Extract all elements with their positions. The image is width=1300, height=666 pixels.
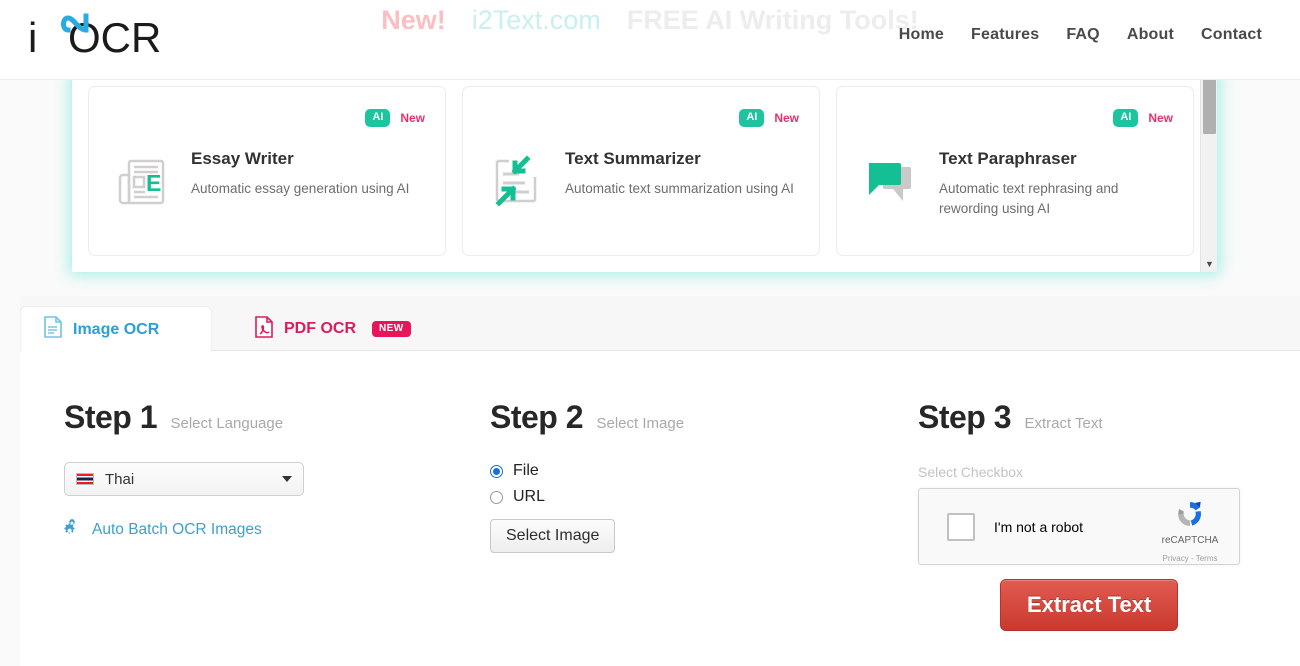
step-3-number: Step 3 [918,399,1012,435]
card-body: Text Paraphraser Automatic text rephrasi… [863,149,1177,220]
auto-batch-ocr-label: Auto Batch OCR Images [92,521,262,538]
card-badges: AI New [1113,109,1173,127]
tab-image-ocr[interactable]: Image OCR [20,306,212,352]
card-body: Text Summarizer Automatic text summariza… [489,149,803,214]
new-badge: New [774,111,799,125]
image-document-icon [43,316,63,343]
card-badges: AI New [365,109,425,127]
card-badges: AI New [739,109,799,127]
nav-item-features[interactable]: Features [971,26,1039,44]
document-arrows-in-icon [489,149,547,214]
pdf-document-icon [254,315,274,343]
ocr-main-panel: Image OCR PDF OCR NEW Step 1 Select Lang… [20,296,1300,666]
recaptcha-brand-name: reCAPTCHA [1161,535,1219,546]
gears-icon [64,518,83,542]
language-select[interactable]: Thai [64,462,304,496]
tool-card-text-paraphraser[interactable]: AI New Text Paraphraser Automatic text r… [836,86,1194,256]
step-3-column: Step 3 Extract Text Select Checkbox I'm … [918,351,1240,631]
card-description: Automatic text summarization using AI [565,181,794,196]
step-2-column: Step 2 Select Image File URL Select Imag… [490,351,684,553]
step-1-number: Step 1 [64,399,158,435]
step-1-subtitle: Select Language [170,415,284,432]
card-title: Essay Writer [191,149,294,168]
tab-label: PDF OCR [284,320,356,337]
tab-label: Image OCR [73,320,160,338]
recaptcha-legal-links[interactable]: Privacy - Terms [1163,554,1218,563]
scroll-down-arrow-icon[interactable]: ▼ [1201,255,1217,272]
radio-url-input[interactable] [490,490,503,504]
thailand-flag-icon [76,473,94,485]
select-image-button[interactable]: Select Image [490,519,616,553]
scrollbar-thumb[interactable] [1203,76,1216,134]
recaptcha-checkbox[interactable] [947,512,975,541]
nav-item-home[interactable]: Home [899,26,944,44]
card-title: Text Paraphraser [939,149,1077,168]
speech-bubbles-icon [863,149,921,220]
ai-badge: AI [365,109,391,127]
document-e-icon: E [115,149,173,214]
main-navigation: Home Features FAQ About Contact [899,26,1262,44]
chevron-down-icon [282,476,292,482]
select-checkbox-hint: Select Checkbox [918,464,1024,480]
nav-item-about[interactable]: About [1127,26,1174,44]
ai-tools-scrollbar[interactable]: ▼ [1200,72,1217,272]
ai-tools-row: AI New E Essay Writer Automatic essay ge… [72,72,1210,256]
card-text: Essay Writer Automatic essay generation … [191,149,429,214]
ocr-tabs-bar: Image OCR PDF OCR NEW [20,296,1300,352]
radio-file-input[interactable] [490,464,503,478]
promo-site-label: i2Text.com [471,4,601,35]
ai-badge: AI [1113,109,1139,127]
tab-new-badge: NEW [372,321,411,337]
new-badge: New [1148,111,1173,125]
site-header: New! i2Text.com FREE AI Writing Tools! i… [0,0,1300,80]
nav-item-contact[interactable]: Contact [1201,26,1262,44]
tab-pdf-ocr[interactable]: PDF OCR NEW [232,306,433,352]
svg-text:i: i [28,14,37,61]
radio-file-label: File [513,462,539,479]
step-1-column: Step 1 Select Language Thai Auto Batch O… [64,351,304,542]
ai-badge: AI [739,109,765,127]
recaptcha-logo-icon [1152,498,1228,530]
promo-tagline: FREE AI Writing Tools! [626,4,919,35]
card-title: Text Summarizer [565,149,701,168]
nav-item-faq[interactable]: FAQ [1066,26,1100,44]
recaptcha-widget[interactable]: I'm not a robot reCAPTCHA Privacy - Term… [918,488,1240,565]
tool-card-text-summarizer[interactable]: AI New Text Summarizer Automatic text su… [462,86,820,256]
card-body: E Essay Writer Automatic essay generatio… [115,149,429,214]
step-2-heading: Step 2 Select Image [490,351,684,436]
logo-icon: i OCR [28,13,161,61]
ai-tools-panel: AI New E Essay Writer Automatic essay ge… [72,72,1217,272]
step-3-subtitle: Extract Text [1024,415,1103,432]
tool-card-essay-writer[interactable]: AI New E Essay Writer Automatic essay ge… [88,86,446,256]
site-logo[interactable]: i OCR [26,10,176,72]
card-text: Text Paraphraser Automatic text rephrasi… [939,149,1177,220]
page-root: New! i2Text.com FREE AI Writing Tools! i… [0,0,1300,666]
step-1-heading: Step 1 Select Language [64,351,304,436]
radio-url-label: URL [513,488,546,505]
card-description: Automatic text rephrasing and rewording … [939,181,1119,217]
step-3-heading: Step 3 Extract Text [918,351,1240,436]
recaptcha-label: I'm not a robot [994,518,1084,535]
auto-batch-ocr-link[interactable]: Auto Batch OCR Images [64,518,304,542]
radio-option-url[interactable]: URL [490,488,684,506]
card-text: Text Summarizer Automatic text summariza… [565,149,803,214]
step-2-number: Step 2 [490,399,584,435]
svg-text:OCR: OCR [68,14,161,61]
new-badge: New [400,111,425,125]
extract-text-button[interactable]: Extract Text [1000,579,1179,631]
svg-text:E: E [146,170,161,196]
promo-new-label: New! [381,4,446,35]
step-2-subtitle: Select Image [596,415,685,432]
recaptcha-brand: reCAPTCHA Privacy - Terms [1152,498,1228,566]
language-selected-value: Thai [105,470,135,488]
ocr-steps: Step 1 Select Language Thai Auto Batch O… [20,351,1300,666]
card-description: Automatic essay generation using AI [191,181,410,196]
radio-option-file[interactable]: File [490,462,684,480]
